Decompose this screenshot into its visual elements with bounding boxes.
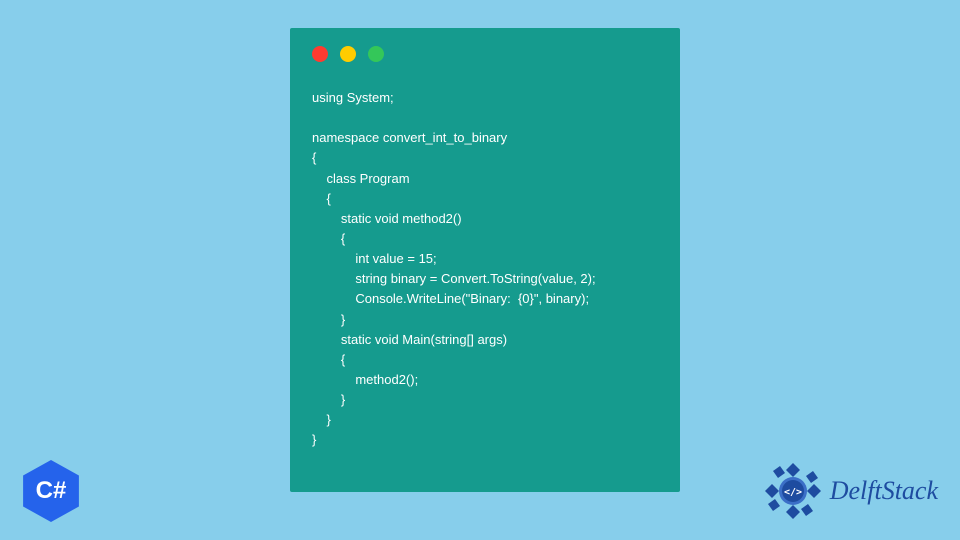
code-snippet: using System; namespace convert_int_to_b… bbox=[312, 88, 662, 451]
hexagon-icon: C# bbox=[20, 460, 82, 522]
window-controls bbox=[312, 46, 384, 62]
delftstack-label: DelftStack bbox=[830, 476, 938, 506]
delftstack-logo: </> DelftStack bbox=[762, 460, 938, 522]
delftstack-emblem-icon: </> bbox=[762, 460, 824, 522]
minimize-dot-icon bbox=[340, 46, 356, 62]
csharp-label: C# bbox=[36, 477, 67, 505]
code-window: using System; namespace convert_int_to_b… bbox=[290, 28, 680, 492]
maximize-dot-icon bbox=[368, 46, 384, 62]
csharp-badge: C# bbox=[20, 460, 82, 522]
svg-text:</>: </> bbox=[784, 487, 802, 498]
close-dot-icon bbox=[312, 46, 328, 62]
